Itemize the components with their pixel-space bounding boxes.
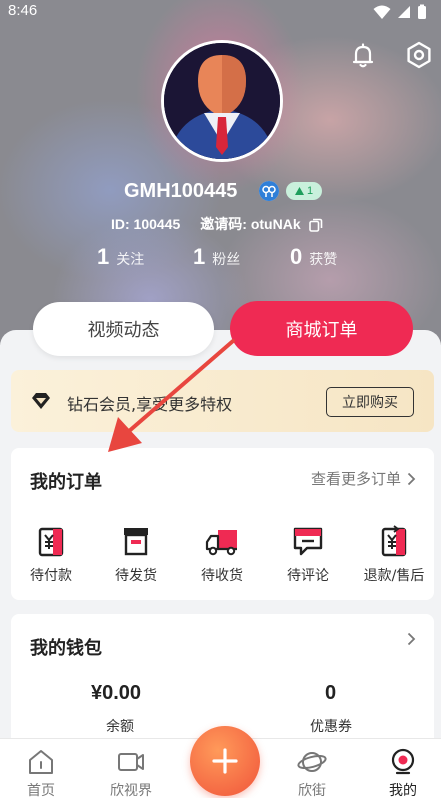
avatar-illustration [164, 43, 280, 159]
order-pending-delivery[interactable]: 待收货 [182, 523, 262, 585]
view-more-orders-text: 查看更多订单 [310, 470, 401, 488]
pending-payment-icon [38, 527, 64, 557]
invite-code-text: 邀请码: otuNAk [200, 216, 301, 232]
wallet-chevron-right-icon[interactable] [407, 632, 416, 646]
stat-following[interactable]: 1 关注 [97, 244, 144, 270]
nav-mine-label: 我的 [389, 783, 417, 798]
status-bar: 8:46 [0, 0, 441, 24]
nav-vision-label: 欣视界 [110, 783, 152, 798]
battery-icon [418, 4, 426, 19]
stat-likes-label: 获赞 [309, 252, 338, 268]
pending-delivery-icon [205, 530, 237, 556]
order-pending-review[interactable]: 待评论 [268, 523, 348, 585]
avatar[interactable] [161, 40, 283, 162]
order-label-pending-shipment: 待发货 [115, 568, 157, 584]
chevron-right-icon [407, 472, 416, 485]
my-wallet-title: 我的钱包 [30, 638, 102, 659]
tab-video-feed[interactable]: 视频动态 [33, 302, 214, 356]
my-orders-card: 我的订单 查看更多订单 待付款 待发货 待收货 待评论 退款/售后 [11, 448, 434, 600]
pending-review-icon [293, 527, 323, 556]
nav-vision[interactable]: 欣视界 [91, 747, 171, 798]
level-value: 1 [306, 185, 314, 197]
order-label-pending-payment: 待付款 [30, 568, 72, 584]
order-pending-shipment[interactable]: 待发货 [96, 523, 176, 585]
nav-home[interactable]: 首页 [1, 747, 81, 798]
nav-mine[interactable]: 我的 [363, 747, 441, 798]
stat-fans[interactable]: 1 粉丝 [193, 244, 240, 270]
wallet-coupon-value[interactable]: 0 [325, 682, 336, 705]
order-label-refund: 退款/售后 [363, 568, 425, 584]
order-label-pending-review: 待评论 [287, 568, 329, 584]
order-label-pending-delivery: 待收货 [201, 568, 243, 584]
video-camera-icon [118, 753, 144, 771]
tab-mall-orders[interactable]: 商城订单 [230, 301, 413, 356]
nav-street[interactable]: 欣街 [272, 747, 352, 798]
stat-likes-value: 0 [290, 244, 303, 269]
user-id: ID: 100445 [111, 216, 181, 232]
vip-buy-button[interactable]: 立即购买 [326, 387, 414, 417]
level-badge: 1 [286, 182, 322, 200]
wifi-icon [373, 5, 391, 19]
id-row: ID: 100445 邀请码: otuNAk [111, 214, 323, 234]
stat-fans-value: 1 [193, 244, 206, 269]
settings-gear-icon[interactable] [404, 40, 434, 70]
order-pending-payment[interactable]: 待付款 [11, 523, 91, 585]
home-icon [29, 750, 53, 774]
view-more-orders-link[interactable]: 查看更多订单 [311, 468, 416, 489]
diamond-icon [32, 393, 50, 409]
stat-following-label: 关注 [116, 252, 145, 268]
vip-text: 钻石会员,享受更多特权 [67, 395, 233, 414]
nav-home-label: 首页 [27, 783, 55, 798]
username: GMH100445 [124, 180, 238, 202]
order-refund-after-sales[interactable]: 退款/售后 [354, 523, 434, 585]
copy-icon[interactable] [308, 218, 323, 233]
gender-badge-icon [259, 181, 279, 201]
stat-fans-label: 粉丝 [212, 252, 241, 268]
status-time: 8:46 [8, 2, 38, 19]
level-triangle-icon [294, 187, 304, 195]
notification-bell-icon[interactable] [348, 40, 378, 70]
plus-icon [212, 748, 238, 774]
my-orders-title: 我的订单 [30, 472, 102, 493]
wallet-balance-label: 余额 [106, 719, 134, 735]
signal-icon [398, 6, 410, 18]
invite-code[interactable]: 邀请码: otuNAk [200, 214, 322, 234]
stat-following-value: 1 [97, 244, 110, 269]
vip-banner: 钻石会员,享受更多特权 立即购买 [11, 370, 434, 432]
planet-icon [297, 752, 327, 772]
status-icons [373, 4, 427, 20]
wallet-coupon-label: 优惠券 [310, 719, 352, 735]
create-plus-button[interactable] [190, 726, 260, 796]
pending-shipment-icon [124, 528, 148, 556]
wallet-balance-value[interactable]: ¥0.00 [91, 682, 141, 705]
stat-likes[interactable]: 0 获赞 [290, 244, 337, 270]
nav-street-label: 欣街 [298, 783, 326, 798]
mine-profile-icon [391, 748, 415, 775]
refund-icon [381, 525, 407, 557]
